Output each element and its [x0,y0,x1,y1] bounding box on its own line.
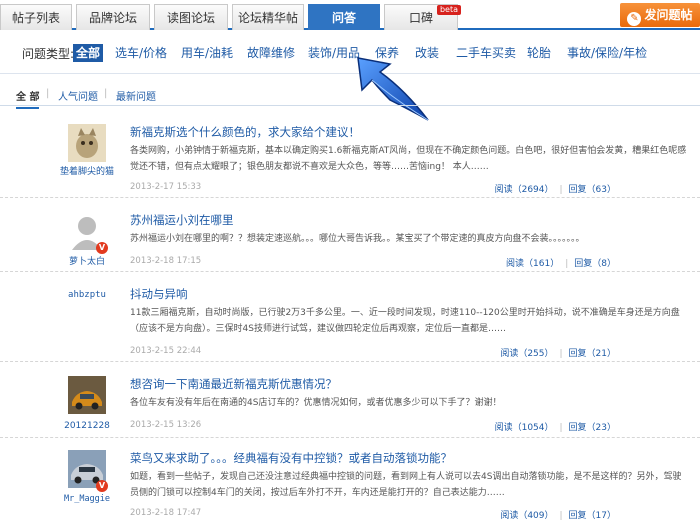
top-nav: 帖子列表 品牌论坛 读图论坛 论坛精华帖 问答 口碑 beta ✎ 发问题帖 [0,0,700,30]
subtab-latest[interactable]: 最新问题 [116,88,156,103]
post-excerpt: 11款三厢福克斯，自动时尚版，已行驶2万3千多公里。一、近一段时间发现，时速11… [130,308,680,334]
username[interactable]: 垫着脚尖的猫 [52,167,122,178]
read-count-link[interactable]: 阅读（255） [500,349,553,359]
post-stats: 阅读（1054） | 回复（23） [495,420,616,433]
list-item: 20121228 想咨询一下南通最近新福克斯优惠情况？ 各位车友有没有年后在南通… [0,364,700,438]
stats-divider: | [559,349,563,359]
tab-reviews[interactable]: 口碑 beta [384,4,461,30]
post-excerpt: 苏州福运小刘在哪里的啊？？想装定速巡航。。。哪位大哥告诉我。。某宝买了个带定速的… [130,234,585,244]
post-stats: 阅读（255） | 回复（21） [500,346,616,359]
category-label: 问题类型: [22,47,75,61]
username[interactable]: 20121228 [52,421,122,432]
reply-count-link[interactable]: 回复（21） [569,349,616,359]
post-date: 2013-2-15 13:26 [130,420,202,430]
reply-count-link[interactable]: 回复（8） [574,259,616,269]
tab-post-list[interactable]: 帖子列表 [0,4,72,30]
tab-qa[interactable]: 问答 [308,4,380,30]
subtab-divider: | [46,88,50,99]
post-title[interactable]: 新福克斯选个什么颜色的，求大家给个建议！ [130,124,360,140]
list-item: ahbzptu 抖动与异响 11款三厢福克斯，自动时尚版，已行驶2万3千多公里。… [0,274,700,362]
subtab-divider: | [104,88,108,99]
car-avatar-icon [68,376,106,414]
read-count-link[interactable]: 阅读（161） [506,259,559,269]
read-count-link[interactable]: 阅读（2694） [495,185,554,195]
reply-count-link[interactable]: 回复（17） [569,511,616,521]
stats-divider: | [559,185,563,195]
list-item: V 萝卜太白 苏州福运小刘在哪里 苏州福运小刘在哪里的啊？？想装定速巡航。。。哪… [0,200,700,272]
category-repair[interactable]: 故障维修 [244,44,298,62]
read-count-link[interactable]: 阅读（409） [500,511,553,521]
avatar[interactable] [68,124,106,162]
category-car-selection[interactable]: 选车/价格 [112,44,170,62]
post-date: 2013-2-15 22:44 [130,346,202,356]
post-date: 2013-2-17 15:33 [130,182,202,192]
post-title[interactable]: 想咨询一下南通最近新福克斯优惠情况？ [130,376,337,392]
post-title[interactable]: 抖动与异响 [130,286,188,302]
reply-count-link[interactable]: 回复（23） [569,423,616,433]
category-tires[interactable]: 轮胎 [524,44,554,62]
post-stats: 阅读（2694） | 回复（63） [495,182,616,195]
list-item: V Mr_Maggie 菜鸟又来求助了。。。经典福有没有中控锁？或者自动落锁功能… [0,440,700,522]
post-date: 2013-2-18 17:47 [130,508,202,518]
post-date: 2013-2-18 17:15 [130,256,202,266]
stats-divider: | [559,423,563,433]
username[interactable]: 萝卜太白 [52,257,122,268]
cat-avatar-icon [68,124,106,162]
reply-count-link[interactable]: 回复（63） [569,185,616,195]
tab-photo-forum[interactable]: 读图论坛 [154,4,228,30]
subtab-all[interactable]: 全 部 [16,88,40,109]
avatar[interactable] [68,376,106,414]
tab-brand-forum[interactable]: 品牌论坛 [76,4,150,30]
verified-badge-icon: V [96,242,108,254]
verified-badge-icon: V [96,480,108,492]
username[interactable]: ahbzptu [52,290,122,301]
category-all[interactable]: 全部 [73,44,104,62]
post-title[interactable]: 苏州福运小刘在哪里 [130,212,234,228]
post-excerpt: 各位车友有没有年后在南通的4S店订车的？优惠情况如何，或者优惠多少可以下手了？谢… [130,398,502,408]
beta-badge: beta [436,5,461,15]
category-fuel[interactable]: 用车/油耗 [178,44,236,62]
new-question-button[interactable]: ✎ 发问题帖 [620,3,700,27]
subtab-popular[interactable]: 人气问题 [58,88,98,103]
post-excerpt: 各类网购，小弟钟情于新福克斯，基本以确定购买1.6新福克斯AT风尚，但现在不确定… [130,146,687,172]
category-accident-insurance[interactable]: 事故/保险/年检 [564,44,650,62]
username[interactable]: Mr_Maggie [52,494,122,505]
read-count-link[interactable]: 阅读（1054） [495,423,554,433]
post-stats: 阅读（409） | 回复（17） [500,508,616,521]
stats-divider: | [559,511,563,521]
tab-featured-posts[interactable]: 论坛精华帖 [232,4,304,30]
sort-tabs: 全 部 | 人气问题 | 最新问题 [0,84,700,109]
stats-divider: | [565,259,569,269]
new-question-label: 发问题帖 [644,8,693,22]
post-title[interactable]: 菜鸟又来求助了。。。经典福有没有中控锁？或者自动落锁功能？ [130,450,452,466]
list-item: 垫着脚尖的猫 新福克斯选个什么颜色的，求大家给个建议！ 各类网购，小弟钟情于新福… [0,112,700,198]
tab-reviews-label: 口碑 [408,11,433,25]
pencil-icon: ✎ [627,12,642,26]
category-used-car[interactable]: 二手车买卖 [453,44,519,62]
post-excerpt: 如题，看到一些帖子，发现自己还没注意过经典福中控锁的问题，看到网上有人说可以去4… [130,472,682,498]
post-stats: 阅读（161） | 回复（8） [506,256,616,269]
